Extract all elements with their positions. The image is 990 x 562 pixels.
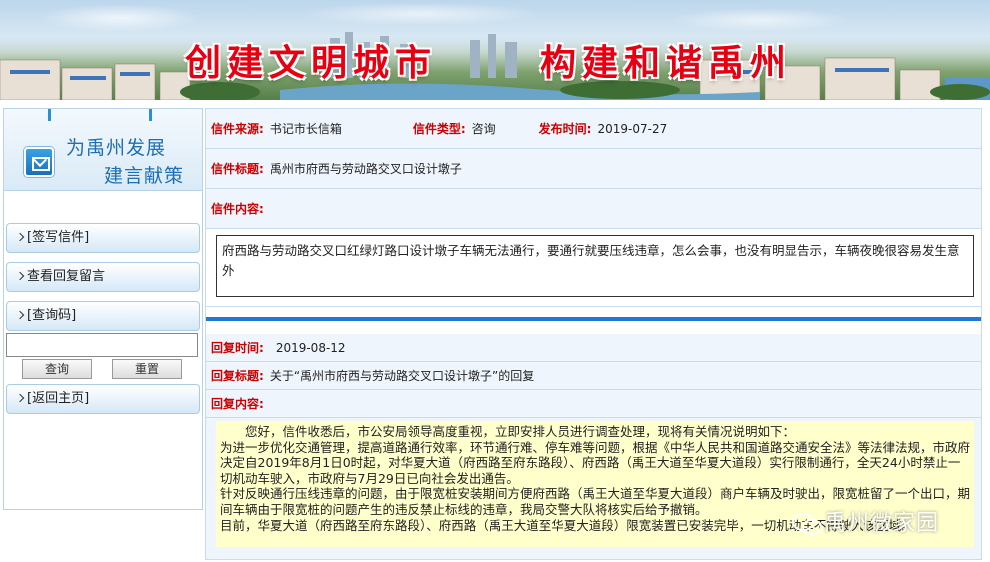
chevron-right-icon [15, 393, 25, 403]
reply-time-label: 回复时间: [211, 341, 264, 355]
chevron-right-icon [15, 232, 25, 242]
source-field: 信件来源: 书记市长信箱 [211, 109, 409, 149]
reply-time-row: 回复时间: 2019-08-12 [206, 334, 981, 362]
reset-button[interactable]: 重置 [112, 359, 182, 379]
letter-meta-row: 信件来源: 书记市长信箱 信件类型: 咨询 发布时间: 2019-07-27 [206, 109, 981, 149]
date-value: 2019-07-27 [597, 122, 668, 136]
sidebar: 为禹州发展 建言献策 [签写信件] 查看回复留言 [查询码] 查询 重置 [返回… [3, 108, 203, 510]
city-skyline-image [0, 32, 990, 100]
type-field: 信件类型: 咨询 [413, 109, 535, 149]
source-value: 书记市长信箱 [269, 122, 342, 136]
type-label: 信件类型: [412, 122, 466, 136]
title-value: 禹州市府西与劳动路交叉口设计墩子 [269, 162, 462, 176]
suggestion-promo-banner[interactable]: 为禹州发展 建言献策 [4, 109, 202, 191]
letter-detail-panel: 信件来源: 书记市长信箱 信件类型: 咨询 发布时间: 2019-07-27 信件标题… [205, 108, 982, 560]
reply-content-label-row: 回复内容: [206, 390, 981, 418]
nav-view-replies[interactable]: 查看回复留言 [6, 262, 200, 292]
reply-content-label: 回复内容: [211, 397, 264, 411]
nav-label: [查询码] [27, 308, 77, 323]
query-button[interactable]: 查询 [22, 359, 92, 379]
nav-label: [签写信件] [27, 230, 90, 245]
banner-title-left: 创建文明城市 [185, 42, 438, 84]
banner-title-right: 构建和谐禹州 [540, 42, 793, 84]
chevron-right-icon [15, 310, 25, 320]
reply-title-value: 关于“禹州市府西与劳动路交叉口设计墩子”的回复 [269, 369, 535, 383]
section-divider [206, 317, 981, 321]
nav-label: [返回主页] [27, 391, 90, 406]
nav-query-code[interactable]: [查询码] [6, 301, 200, 331]
hanger-right [149, 109, 152, 121]
source-label: 信件来源: [211, 122, 264, 136]
type-value: 咨询 [471, 122, 496, 136]
promo-line-2: 建言献策 [104, 165, 185, 187]
reply-title-row: 回复标题: 关于“禹州市府西与劳动路交叉口设计墩子”的回复 [206, 362, 981, 390]
date-field: 发布时间: 2019-07-27 [539, 109, 668, 149]
nav-return-home[interactable]: [返回主页] [6, 384, 200, 414]
promo-line-1: 为禹州发展 [66, 137, 167, 159]
reply-title-label: 回复标题: [211, 369, 264, 383]
letter-content-text: 府西路与劳动路交叉口红绿灯路口设计墩子车辆无法通行，要通行就要压线违章，怎么会事… [216, 235, 974, 297]
title-label: 信件标题: [211, 162, 264, 176]
chevron-right-icon [15, 271, 25, 281]
date-label: 发布时间: [538, 122, 592, 136]
reply-content-row: 您好，信件收悉后，市公安局领导高度重视，立即安排人员进行调查处理，现将有关情况说… [206, 418, 981, 559]
letter-content-row: 府西路与劳动路交叉口红绿灯路口设计墩子车辆无法通行，要通行就要压线违章，怎么会事… [206, 229, 981, 307]
reply-paragraph: 您好，信件收悉后，市公安局领导高度重视，立即安排人员进行调查处理，现将有关情况说… [245, 424, 796, 439]
nav-label: 查看回复留言 [27, 269, 106, 284]
reply-time-value: 2019-08-12 [275, 341, 346, 355]
letter-title-row: 信件标题: 禹州市府西与劳动路交叉口设计墩子 [206, 149, 981, 189]
watermark: 禹州微家园 [792, 505, 939, 537]
mail-icon [24, 147, 54, 177]
content-label: 信件内容: [211, 202, 264, 216]
header-banner: 创建文明城市 构建和谐禹州 [0, 0, 990, 100]
nav-write-letter[interactable]: [签写信件] [6, 223, 200, 253]
watermark-text: 禹州微家园 [824, 511, 940, 536]
wechat-icon [792, 511, 822, 535]
hanger-left [48, 109, 51, 121]
query-code-input[interactable] [6, 333, 198, 357]
letter-content-label-row: 信件内容: [206, 189, 981, 229]
reply-paragraph: 为进一步优化交通管理，提高道路通行效率，环节通行难、停车难等问题，根据《中华人民… [220, 439, 971, 486]
